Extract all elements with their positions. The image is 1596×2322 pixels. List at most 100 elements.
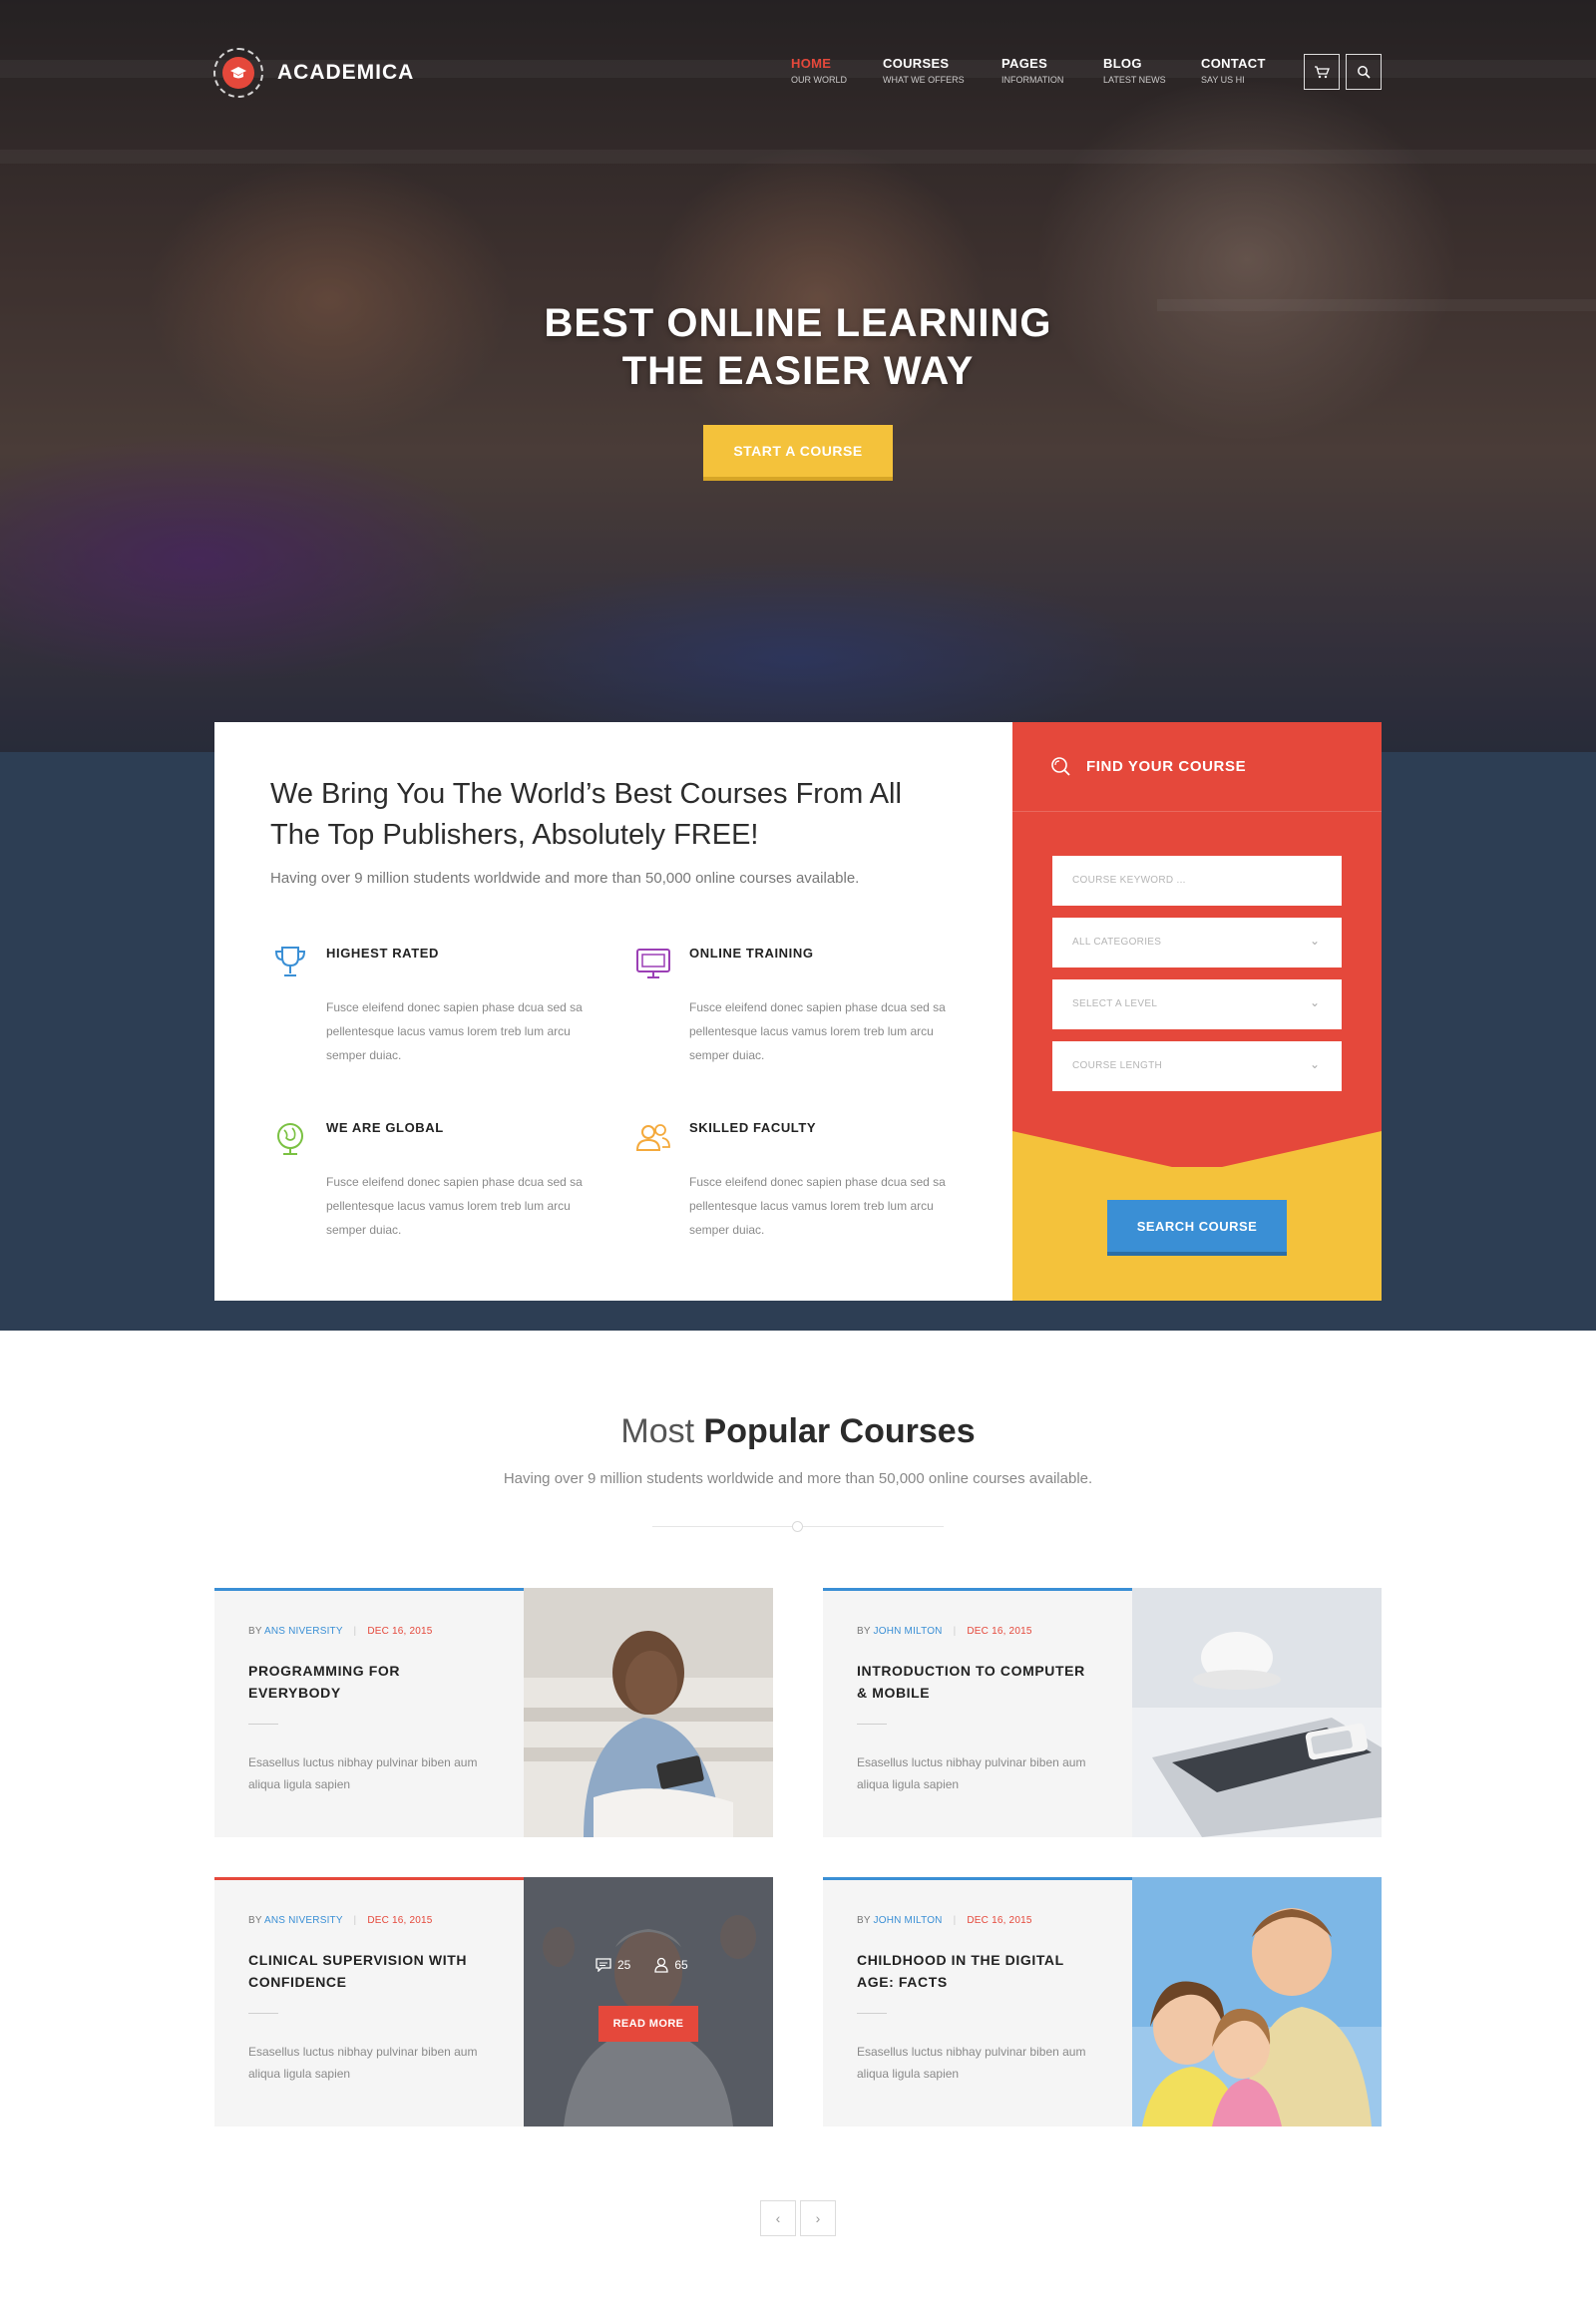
course-card[interactable]: BY ANS NIVERSITY | DEC 16, 2015 PROGRAMM… — [214, 1588, 773, 1837]
course-date: DEC 16, 2015 — [367, 1915, 433, 1926]
logo-emblem-icon — [213, 48, 263, 98]
nav-item-courses[interactable]: COURSES WHAT WE OFFERS — [883, 56, 965, 85]
category-select-value: ALL CATEGORIES — [1072, 937, 1162, 948]
students-stat: 65 — [654, 1957, 688, 1973]
course-image-laptop[interactable] — [1132, 1588, 1382, 1837]
meta-separator: | — [353, 1626, 357, 1637]
course-image-children[interactable] — [1132, 1877, 1382, 2127]
level-select-value: SELECT A LEVEL — [1072, 998, 1158, 1009]
course-author[interactable]: JOHN MILTON — [874, 1626, 943, 1637]
logo[interactable]: ACADEMICA — [213, 48, 414, 98]
monitor-icon — [636, 949, 670, 978]
course-title-underline — [857, 2013, 887, 2014]
meta-separator: | — [353, 1915, 357, 1926]
course-title-underline — [857, 1724, 887, 1725]
course-author[interactable]: ANS NIVERSITY — [264, 1915, 343, 1926]
course-author[interactable]: ANS NIVERSITY — [264, 1626, 343, 1637]
feature-title: SKILLED FACULTY — [689, 1120, 817, 1135]
nav-item-contact[interactable]: CONTACT SAY US HI — [1201, 56, 1266, 85]
nav-item-title: PAGES — [1001, 56, 1048, 71]
card-accent-line — [214, 1877, 524, 1880]
course-stats: 25 65 — [596, 1957, 688, 1973]
cart-icon — [1315, 66, 1330, 79]
nav-item-pages[interactable]: PAGES INFORMATION — [1001, 56, 1063, 85]
course-title[interactable]: PROGRAMMING FOR EVERYBODY — [248, 1660, 488, 1704]
course-date: DEC 16, 2015 — [967, 1626, 1032, 1637]
course-image-doctor[interactable]: 25 65 READ MORE — [524, 1877, 773, 2127]
chevron-down-icon: ⌄ — [1309, 934, 1320, 948]
nav-item-subtitle: OUR WORLD — [791, 75, 847, 85]
users-icon — [635, 1124, 670, 1151]
nav-item-subtitle: LATEST NEWS — [1103, 75, 1166, 85]
nav-item-subtitle: INFORMATION — [1001, 75, 1064, 85]
course-card[interactable]: BY JOHN MILTON | DEC 16, 2015 CHILDHOOD … — [823, 1877, 1382, 2127]
read-more-button[interactable]: READ MORE — [598, 2006, 698, 2042]
course-image-student-tablet[interactable] — [524, 1588, 773, 1837]
search-course-button[interactable]: SEARCH COURSE — [1107, 1200, 1287, 1256]
meta-separator: | — [953, 1915, 957, 1926]
course-by: BY — [248, 1915, 262, 1926]
nav-item-title: COURSES — [883, 56, 950, 71]
search-button[interactable] — [1346, 54, 1382, 90]
course-author[interactable]: JOHN MILTON — [874, 1915, 943, 1926]
next-page-button[interactable]: › — [800, 2200, 836, 2236]
trophy-icon — [274, 947, 306, 976]
section-divider — [652, 1521, 944, 1532]
divider-dot — [792, 1521, 803, 1532]
course-title-underline — [248, 2013, 278, 2014]
course-by: BY — [248, 1626, 262, 1637]
course-by: BY — [857, 1915, 871, 1926]
nav-item-subtitle: WHAT WE OFFERS — [883, 75, 965, 85]
user-icon — [654, 1957, 669, 1973]
course-date: DEC 16, 2015 — [967, 1915, 1032, 1926]
search-panel-chevron — [1012, 1131, 1382, 1167]
course-title[interactable]: CHILDHOOD IN THE DIGITAL AGE: FACTS — [857, 1949, 1096, 1993]
category-select[interactable]: ALL CATEGORIES ⌄ — [1052, 918, 1342, 968]
course-title[interactable]: CLINICAL SUPERVISION WITH CONFIDENCE — [248, 1949, 488, 1993]
feature-online-training: ONLINE TRAINING Fusce eleifend donec sap… — [633, 944, 946, 1073]
nav-item-blog[interactable]: BLOG LATEST NEWS — [1103, 56, 1166, 85]
course-meta: BY ANS NIVERSITY | DEC 16, 2015 — [248, 1915, 433, 1926]
course-description: Esasellus luctus nibhay pulvinar biben a… — [857, 2045, 1086, 2081]
search-panel-header: FIND YOUR COURSE — [1012, 722, 1382, 812]
nav-item-title: BLOG — [1103, 56, 1142, 71]
search-panel-title: FIND YOUR COURSE — [1086, 758, 1247, 775]
brand-name: ACADEMICA — [277, 61, 415, 84]
feature-description: Fusce eleifend donec sapien phase dcua s… — [689, 1175, 946, 1237]
feature-title: WE ARE GLOBAL — [326, 1120, 444, 1135]
comments-count: 25 — [617, 1958, 631, 1972]
start-course-button[interactable]: START A COURSE — [703, 425, 893, 481]
meta-separator: | — [953, 1626, 957, 1637]
feature-description: Fusce eleifend donec sapien phase dcua s… — [326, 1175, 583, 1237]
feature-description: Fusce eleifend donec sapien phase dcua s… — [689, 1000, 946, 1062]
students-count: 65 — [674, 1958, 688, 1972]
popular-title-bold: Popular Courses — [703, 1412, 976, 1450]
course-keyword-input[interactable]: COURSE KEYWORD ... — [1052, 856, 1342, 906]
feature-title: HIGHEST RATED — [326, 946, 440, 961]
cart-button[interactable] — [1304, 54, 1340, 90]
level-select[interactable]: SELECT A LEVEL ⌄ — [1052, 979, 1342, 1029]
hero-section: ACADEMICA HOME OUR WORLD COURSES WHAT WE… — [0, 0, 1596, 752]
course-title[interactable]: INTRODUCTION TO COMPUTER & MOBILE — [857, 1660, 1096, 1704]
course-description: Esasellus luctus nibhay pulvinar biben a… — [248, 2045, 478, 2081]
course-card[interactable]: BY JOHN MILTON | DEC 16, 2015 INTRODUCTI… — [823, 1588, 1382, 1837]
nav-item-home[interactable]: HOME OUR WORLD — [791, 56, 847, 85]
comment-icon — [596, 1958, 611, 1972]
course-meta: BY JOHN MILTON | DEC 16, 2015 — [857, 1915, 1032, 1926]
feature-skilled-faculty: SKILLED FACULTY Fusce eleifend donec sap… — [633, 1118, 946, 1248]
chevron-left-icon: ‹ — [775, 2210, 781, 2226]
chevron-right-icon: › — [815, 2210, 821, 2226]
globe-icon — [277, 1123, 303, 1155]
card-accent-line — [214, 1588, 524, 1591]
course-date: DEC 16, 2015 — [367, 1626, 433, 1637]
course-search-panel: FIND YOUR COURSE COURSE KEYWORD ... ALL … — [1012, 722, 1382, 1301]
feature-title: ONLINE TRAINING — [689, 946, 814, 961]
length-select[interactable]: COURSE LENGTH ⌄ — [1052, 1041, 1342, 1091]
card-accent-line — [823, 1877, 1132, 1880]
course-description: Esasellus luctus nibhay pulvinar biben a… — [248, 1755, 478, 1791]
course-meta: BY JOHN MILTON | DEC 16, 2015 — [857, 1626, 1032, 1637]
card-accent-line — [823, 1588, 1132, 1591]
hero-title-line2: THE EASIER WAY — [621, 349, 975, 393]
previous-page-button[interactable]: ‹ — [760, 2200, 796, 2236]
course-card[interactable]: BY ANS NIVERSITY | DEC 16, 2015 CLINICAL… — [214, 1877, 773, 2127]
